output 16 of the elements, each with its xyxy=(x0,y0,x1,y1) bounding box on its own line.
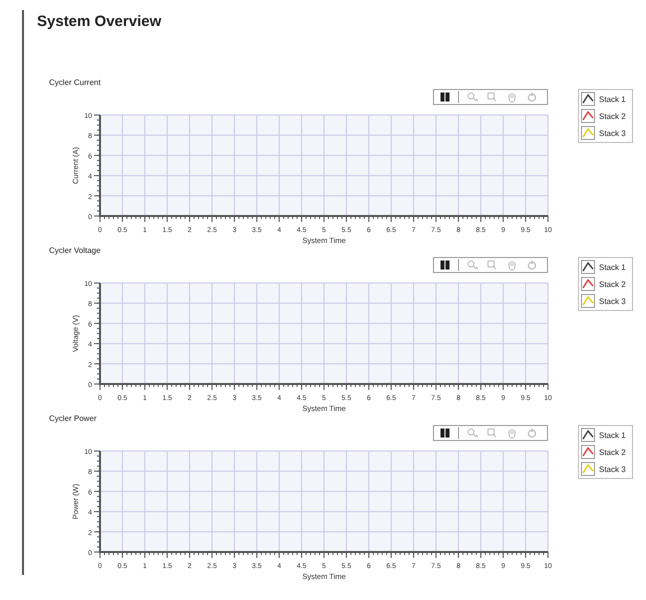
legend-label: Stack 2 xyxy=(599,280,626,288)
pause-icon[interactable] xyxy=(438,259,452,271)
legend-label: Stack 1 xyxy=(599,94,626,104)
legend-label: Stack 1 xyxy=(599,262,626,272)
legend-label: Stack 1 xyxy=(599,430,626,440)
legend-label: Stack 2 xyxy=(599,112,626,120)
page-title: System Overview xyxy=(37,12,162,32)
chart-title: Cycler Power xyxy=(49,413,98,425)
legend-label: Stack 3 xyxy=(599,128,626,138)
legend-label: Stack 2 xyxy=(599,448,626,456)
legend-label: Stack 3 xyxy=(599,296,626,306)
pause-icon[interactable] xyxy=(438,427,452,439)
chart-title: Cycler Current xyxy=(49,77,102,89)
pause-icon[interactable] xyxy=(438,91,452,103)
chart-title: Cycler Voltage xyxy=(49,245,102,257)
legend-label: Stack 3 xyxy=(599,464,626,474)
